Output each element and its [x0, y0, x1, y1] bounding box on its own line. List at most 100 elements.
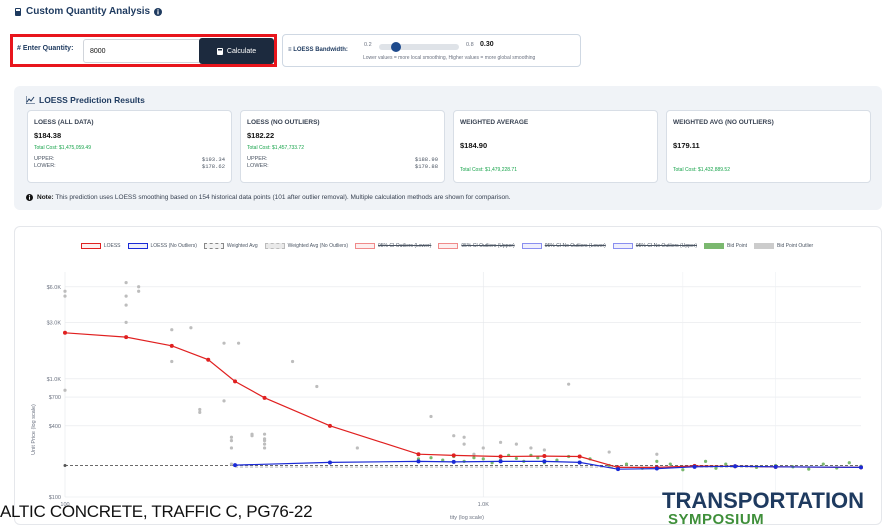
- bid-point-outlier: [63, 289, 67, 293]
- quantity-label: # Enter Quantity:: [17, 45, 74, 52]
- card-total: Total Cost: $1,457,733.72: [247, 145, 304, 151]
- weighted-avg-no-outliers-card: WEIGHTED AVG (NO OUTLIERS) $179.11 Total…: [666, 110, 871, 183]
- bid-point: [821, 462, 825, 466]
- lower-label: LOWER:: [34, 163, 56, 169]
- loess-point: [124, 335, 129, 340]
- y-tick-label: $100: [49, 495, 61, 501]
- loess-no-outliers-point: [451, 459, 456, 464]
- loess-no-outliers-point: [577, 460, 582, 465]
- bid-point: [481, 457, 485, 461]
- brand-logo-sub: SYMPOSIUM: [668, 511, 765, 525]
- bid-point: [807, 467, 811, 471]
- card-lower-row: LOWER: $170.88: [247, 163, 438, 170]
- loess-no-outliers-point: [416, 459, 421, 464]
- line-chart-icon: [26, 96, 35, 104]
- bid-point-outlier: [315, 384, 319, 389]
- bid-point-outlier: [236, 341, 241, 345]
- card-total: Total Cost: $1,479,228.71: [460, 167, 517, 173]
- section-title-text: Custom Quantity Analysis: [26, 6, 151, 17]
- bid-point-outlier: [462, 442, 466, 446]
- card-lower-row: LOWER: $178.62: [34, 163, 225, 170]
- loess-line: [64, 332, 862, 468]
- y-tick-label: $700: [49, 395, 61, 401]
- y-tick-label: $6.0K: [47, 285, 62, 291]
- bid-point-outlier: [222, 341, 226, 345]
- card-total: Total Cost: $1,432,889.52: [673, 167, 730, 173]
- lower-value: $178.62: [201, 163, 225, 170]
- loess-point: [63, 330, 67, 335]
- y-tick-label: $400: [49, 424, 61, 430]
- bandwidth-label-text: LOESS Bandwidth:: [293, 47, 348, 53]
- bid-point-outlier: [514, 442, 518, 446]
- bid-point: [655, 459, 659, 464]
- section-title: Custom Quantity Analysis: [14, 6, 163, 17]
- bid-point: [724, 462, 728, 466]
- loess-chart: $100$400$700$1.0K$3.0K$6.0K100 1.0KUnit P…: [31, 272, 863, 521]
- weighted-average-card: WEIGHTED AVERAGE $184.90 Total Cost: $1,…: [453, 110, 658, 183]
- bandwidth-value: 0.30: [480, 41, 494, 48]
- loess-no-outliers-point: [773, 464, 778, 469]
- brand-logo: TRANSPORTATION: [662, 488, 865, 513]
- bid-point-outlier: [229, 435, 234, 439]
- upper-value: $188.90: [414, 156, 438, 163]
- card-total: Total Cost: $1,475,059.49: [34, 145, 91, 151]
- bid-point-outlier: [262, 438, 267, 443]
- loess-no-outliers-point: [498, 459, 503, 464]
- bid-point-outlier: [198, 407, 202, 412]
- bid-point: [472, 456, 476, 460]
- loess-point: [451, 453, 456, 458]
- bid-point-outlier: [481, 446, 485, 450]
- bid-point-outlier: [124, 320, 128, 324]
- info-circle-icon: [26, 194, 33, 201]
- bid-point: [429, 456, 433, 460]
- bid-point: [668, 462, 672, 466]
- loess-point: [542, 454, 547, 459]
- calculator-icon: [15, 7, 21, 16]
- bid-point: [847, 461, 851, 465]
- chart-card: LOESS LOESS (No Outliers) Weighted Avg Weig…: [14, 226, 882, 525]
- bid-point-outlier: [170, 359, 174, 364]
- weighted-avg-marker: [63, 463, 67, 467]
- loess-point: [233, 379, 238, 384]
- card-title: LOESS (ALL DATA): [34, 119, 94, 126]
- bid-point-outlier: [63, 294, 67, 298]
- bid-point-outlier: [542, 448, 546, 452]
- card-price: $184.38: [34, 131, 62, 140]
- sliders-icon: ≡: [288, 47, 292, 53]
- bid-point-outlier: [498, 440, 503, 444]
- bid-point-outlier: [189, 326, 193, 330]
- quantity-input[interactable]: [83, 39, 201, 63]
- bid-point-outlier: [137, 285, 141, 289]
- card-title: WEIGHTED AVG (NO OUTLIERS): [673, 119, 774, 126]
- bid-point-outlier: [262, 442, 267, 446]
- card-price: $179.11: [673, 141, 700, 150]
- bandwidth-min: 0.2: [364, 42, 372, 48]
- bandwidth-slider-thumb[interactable]: [390, 42, 401, 52]
- loess-no-outliers-point: [327, 460, 332, 465]
- bid-point-outlier: [229, 438, 234, 443]
- bandwidth-slider[interactable]: [379, 42, 459, 52]
- x-axis-label: tity (log scale): [450, 515, 484, 521]
- info-circle-icon[interactable]: [154, 7, 163, 16]
- bid-point-outlier: [262, 446, 267, 450]
- card-price: $184.90: [460, 141, 488, 150]
- footer-caption: ALTIC CONCRETE, TRAFFIC C, PG76-22: [0, 502, 313, 521]
- loess-no-outliers-point: [542, 459, 547, 464]
- bid-point-outlier: [63, 388, 67, 392]
- loess-no-outliers-point: [692, 464, 697, 469]
- loess-point: [416, 452, 421, 457]
- card-title: LOESS (NO OUTLIERS): [247, 119, 320, 126]
- bid-point-outlier: [137, 289, 141, 293]
- loess-no-outliers-point: [733, 464, 738, 469]
- bid-point-outlier: [290, 359, 295, 364]
- card-upper-row: UPPER: $193.34: [34, 156, 225, 163]
- bandwidth-label: ≡ LOESS Bandwidth:: [288, 47, 348, 53]
- loess-no-outliers-point: [616, 467, 621, 472]
- card-upper-row: UPPER: $188.90: [247, 156, 438, 163]
- loess-point: [498, 454, 503, 459]
- bid-point-outlier: [262, 432, 267, 436]
- loess-no-outliers-point: [859, 465, 863, 470]
- lower-value: $170.88: [414, 163, 438, 170]
- card-title: WEIGHTED AVERAGE: [460, 119, 529, 126]
- calculate-button[interactable]: Calculate: [199, 38, 274, 64]
